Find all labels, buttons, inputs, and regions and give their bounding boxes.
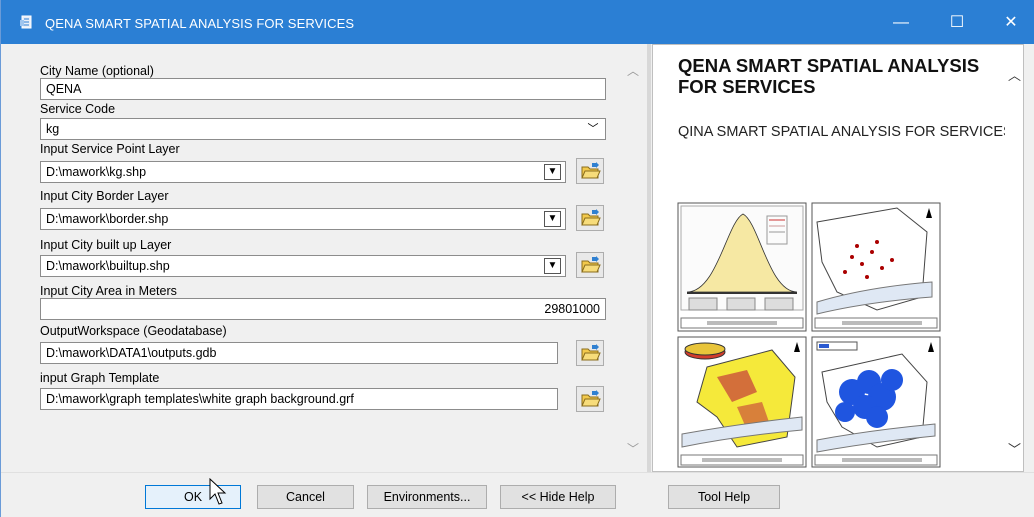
hide-help-button[interactable]: << Hide Help [500,485,616,509]
browse-city-border-button[interactable] [576,205,604,231]
city-area-input[interactable]: 29801000 [40,298,606,320]
open-folder-icon [581,390,601,407]
city-name-input[interactable]: QENA [40,78,606,100]
browse-city-builtup-button[interactable] [576,252,604,278]
service-code-value: kg [46,122,60,136]
pane-divider[interactable] [647,44,651,472]
button-bar: OK Cancel Environments... << Hide Help T… [1,472,1034,517]
scroll-up-icon[interactable]: ︿ [627,62,639,79]
city-name-label: City Name (optional) [40,64,154,78]
browse-output-workspace-button[interactable] [576,340,604,366]
tool-dialog-window: QENA SMART SPATIAL ANALYSIS FOR SERVICES… [0,0,1034,517]
window-left-edge [1,44,13,474]
cancel-button[interactable]: Cancel [257,485,354,509]
service-code-select[interactable]: kg ﹀ [40,118,606,140]
service-code-label: Service Code [40,102,116,116]
scroll-up-icon[interactable]: ︿ [1008,65,1021,84]
illustration-builtup-map-panel [677,336,807,468]
illustration-chart-panel [677,202,807,332]
help-pane: QENA SMART SPATIAL ANALYSIS FOR SERVICES… [652,44,1024,472]
output-workspace-input[interactable]: D:\mawork\DATA1\outputs.gdb [40,342,558,364]
tool-icon [20,15,32,29]
output-workspace-label: OutputWorkspace (Geodatabase) [40,324,227,338]
minimize-button[interactable]: — [881,10,921,36]
city-border-layer-label: Input City Border Layer [40,189,169,203]
city-builtup-layer-label: Input City built up Layer [40,238,172,252]
parameters-scrollbar[interactable]: ︿ ﹀ [623,44,645,472]
city-builtup-layer-value: D:\mawork\builtup.shp [46,259,170,273]
help-scrollbar[interactable]: ︿ ﹀ [1005,45,1023,471]
open-folder-icon [581,162,601,179]
open-folder-icon [581,256,601,273]
maximize-button[interactable]: ☐ [937,10,977,36]
dropdown-arrow-icon[interactable]: ▼ [544,211,561,227]
city-builtup-layer-select[interactable]: D:\mawork\builtup.shp ▼ [40,255,566,277]
browse-graph-template-button[interactable] [576,386,604,412]
tool-help-button[interactable]: Tool Help [668,485,780,509]
dropdown-arrow-icon[interactable]: ▼ [544,164,561,180]
city-border-layer-value: D:\mawork\border.shp [46,212,169,226]
service-point-layer-select[interactable]: D:\mawork\kg.shp ▼ [40,161,566,183]
service-point-layer-label: Input Service Point Layer [40,142,180,156]
environments-button[interactable]: Environments... [367,485,487,509]
close-button[interactable]: ✕ [991,10,1031,36]
scroll-down-icon[interactable]: ﹀ [1008,439,1021,458]
illustration-service-area-map-panel [811,336,941,468]
city-area-label: Input City Area in Meters [40,284,177,298]
open-folder-icon [581,209,601,226]
open-folder-icon [581,344,601,361]
parameters-pane: City Name (optional) QENA Service Code k… [13,44,645,472]
window-title: QENA SMART SPATIAL ANALYSIS FOR SERVICES [45,16,355,31]
help-illustration-maps [677,202,941,468]
title-bar[interactable]: QENA SMART SPATIAL ANALYSIS FOR SERVICES… [1,0,1034,44]
help-title: QENA SMART SPATIAL ANALYSIS FOR SERVICES [678,55,980,97]
help-subtitle: QINA SMART SPATIAL ANALYSIS FOR SERVICES [678,124,1013,140]
graph-template-label: input Graph Template [40,371,160,385]
illustration-dot-map-panel [811,202,941,332]
scroll-down-icon[interactable]: ﹀ [627,440,639,457]
dropdown-arrow-icon[interactable]: ▼ [544,258,561,274]
service-point-layer-value: D:\mawork\kg.shp [46,165,147,179]
mouse-cursor-icon [209,478,227,505]
graph-template-input[interactable]: D:\mawork\graph templates\white graph ba… [40,388,558,410]
chevron-down-icon[interactable]: ﹀ [585,121,601,137]
city-border-layer-select[interactable]: D:\mawork\border.shp ▼ [40,208,566,230]
browse-service-point-button[interactable] [576,158,604,184]
